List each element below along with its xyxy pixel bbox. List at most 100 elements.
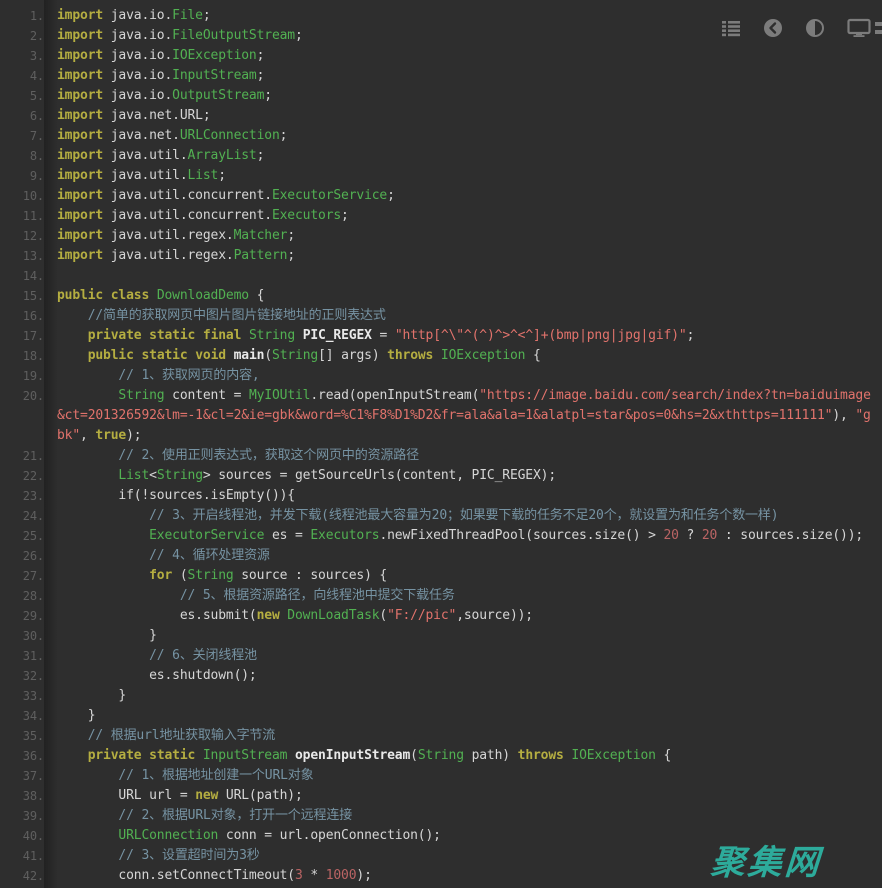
code-editor: 1.import java.io.File;2.import java.io.F… (0, 0, 882, 888)
line-number: 12. (0, 226, 44, 246)
code-line-text: private static final String PIC_REGEX = … (44, 326, 882, 346)
code-line: 16. //简单的获取网页中图片图片链接地址的正则表达式 (0, 306, 882, 326)
line-number: 18. (0, 346, 44, 366)
code-line: 29. es.submit(new DownLoadTask("F://pic"… (0, 606, 882, 626)
line-number: 42. (0, 866, 44, 886)
code-line: bk", true); (0, 426, 882, 446)
code-line-text: // 3、开启线程池，并发下载(线程池最大容量为20；如果要下载的任务不足20个… (44, 506, 882, 526)
line-number: 7. (0, 126, 44, 146)
code-line: &ct=201326592&lm=-1&cl=2&ie=gbk&word=%C1… (0, 406, 882, 426)
code-line-text: import java.net.URL; (44, 106, 882, 126)
code-line-text: public class DownloadDemo { (44, 286, 882, 306)
line-number: 38. (0, 786, 44, 806)
code-line-text: ExecutorService es = Executors.newFixedT… (44, 526, 882, 546)
line-number: 19. (0, 366, 44, 386)
line-number: 10. (0, 186, 44, 206)
line-number: 40. (0, 826, 44, 846)
contrast-icon[interactable] (805, 18, 825, 38)
code-line: 4.import java.io.InputStream; (0, 66, 882, 86)
code-line: 10.import java.util.concurrent.ExecutorS… (0, 186, 882, 206)
code-line: 22. List<String> sources = getSourceUrls… (0, 466, 882, 486)
code-line: 38. URL url = new URL(path); (0, 786, 882, 806)
code-line-text: String content = MyIOUtil.read(openInput… (44, 386, 882, 406)
code-line-text: // 根据url地址获取输入字节流 (44, 726, 882, 746)
code-line: 13.import java.util.regex.Pattern; (0, 246, 882, 266)
code-line-text: // 4、循环处理资源 (44, 546, 882, 566)
line-number: 15. (0, 286, 44, 306)
line-number: 14. (0, 266, 44, 286)
code-line-text (44, 266, 882, 286)
line-number: 3. (0, 46, 44, 66)
line-number: 6. (0, 106, 44, 126)
line-number: 16. (0, 306, 44, 326)
line-number: 2. (0, 26, 44, 46)
code-line-text: // 2、根据URL对象，打开一个远程连接 (44, 806, 882, 826)
code-line-text: import java.util.concurrent.ExecutorServ… (44, 186, 882, 206)
code-line: 6.import java.net.URL; (0, 106, 882, 126)
code-line: 15.public class DownloadDemo { (0, 286, 882, 306)
code-line: 14. (0, 266, 882, 286)
code-line-text: for (String source : sources) { (44, 566, 882, 586)
code-line: 17. private static final String PIC_REGE… (0, 326, 882, 346)
monitor-icon[interactable] (847, 18, 871, 38)
line-number: 30. (0, 626, 44, 646)
line-number: 11. (0, 206, 44, 226)
line-number: 22. (0, 466, 44, 486)
line-number: 37. (0, 766, 44, 786)
line-number: 35. (0, 726, 44, 746)
code-line: 31. // 6、关闭线程池 (0, 646, 882, 666)
line-number: 5. (0, 86, 44, 106)
line-number: 4. (0, 66, 44, 86)
code-line: 36. private static InputStream openInput… (0, 746, 882, 766)
line-number: 29. (0, 606, 44, 626)
line-number: 8. (0, 146, 44, 166)
code-line-text: import java.util.regex.Matcher; (44, 226, 882, 246)
code-line-text: // 1、获取网页的内容, (44, 366, 882, 386)
code-line-text: import java.net.URLConnection; (44, 126, 882, 146)
code-line-text: import java.util.concurrent.Executors; (44, 206, 882, 226)
line-number: 41. (0, 846, 44, 866)
code-line: 37. // 1、根据地址创建一个URL对象 (0, 766, 882, 786)
code-line: 25. ExecutorService es = Executors.newFi… (0, 526, 882, 546)
code-line: 30. } (0, 626, 882, 646)
line-number: 26. (0, 546, 44, 566)
code-line-text: import java.io.InputStream; (44, 66, 882, 86)
code-line: 12.import java.util.regex.Matcher; (0, 226, 882, 246)
code-line-text: import java.util.ArrayList; (44, 146, 882, 166)
code-line: 27. for (String source : sources) { (0, 566, 882, 586)
more-icon-clipped[interactable] (875, 20, 882, 40)
code-line-text: &ct=201326592&lm=-1&cl=2&ie=gbk&word=%C1… (44, 406, 882, 426)
code-line-text: private static InputStream openInputStre… (44, 746, 882, 766)
code-line: 9.import java.util.List; (0, 166, 882, 186)
line-number (0, 426, 44, 446)
code-line: 19. // 1、获取网页的内容, (0, 366, 882, 386)
code-line-text: // 6、关闭线程池 (44, 646, 882, 666)
line-number: 9. (0, 166, 44, 186)
code-line-text: import java.io.OutputStream; (44, 86, 882, 106)
code-line: 7.import java.net.URLConnection; (0, 126, 882, 146)
line-number: 24. (0, 506, 44, 526)
line-number: 33. (0, 686, 44, 706)
code-line-text: // 2、使用正则表达式，获取这个网页中的资源路径 (44, 446, 882, 466)
list-icon[interactable] (721, 18, 741, 38)
code-line-text: } (44, 706, 882, 726)
line-number: 13. (0, 246, 44, 266)
code-line: 39. // 2、根据URL对象，打开一个远程连接 (0, 806, 882, 826)
code-line-text: if(!sources.isEmpty()){ (44, 486, 882, 506)
line-number: 31. (0, 646, 44, 666)
code-line: 23. if(!sources.isEmpty()){ (0, 486, 882, 506)
code-line-text: } (44, 626, 882, 646)
code-line-text: // 1、根据地址创建一个URL对象 (44, 766, 882, 786)
code-line: 8.import java.util.ArrayList; (0, 146, 882, 166)
code-line: 3.import java.io.IOException; (0, 46, 882, 66)
code-line-text: es.shutdown(); (44, 666, 882, 686)
code-line-text: es.submit(new DownLoadTask("F://pic",sou… (44, 606, 882, 626)
code-line: 33. } (0, 686, 882, 706)
code-line-text: import java.util.List; (44, 166, 882, 186)
code-line: 28. // 5、根据资源路径，向线程池中提交下载任务 (0, 586, 882, 606)
back-circle-icon[interactable] (763, 18, 783, 38)
code-line-text: URL url = new URL(path); (44, 786, 882, 806)
line-number: 36. (0, 746, 44, 766)
line-number: 28. (0, 586, 44, 606)
code-line: 20. String content = MyIOUtil.read(openI… (0, 386, 882, 406)
